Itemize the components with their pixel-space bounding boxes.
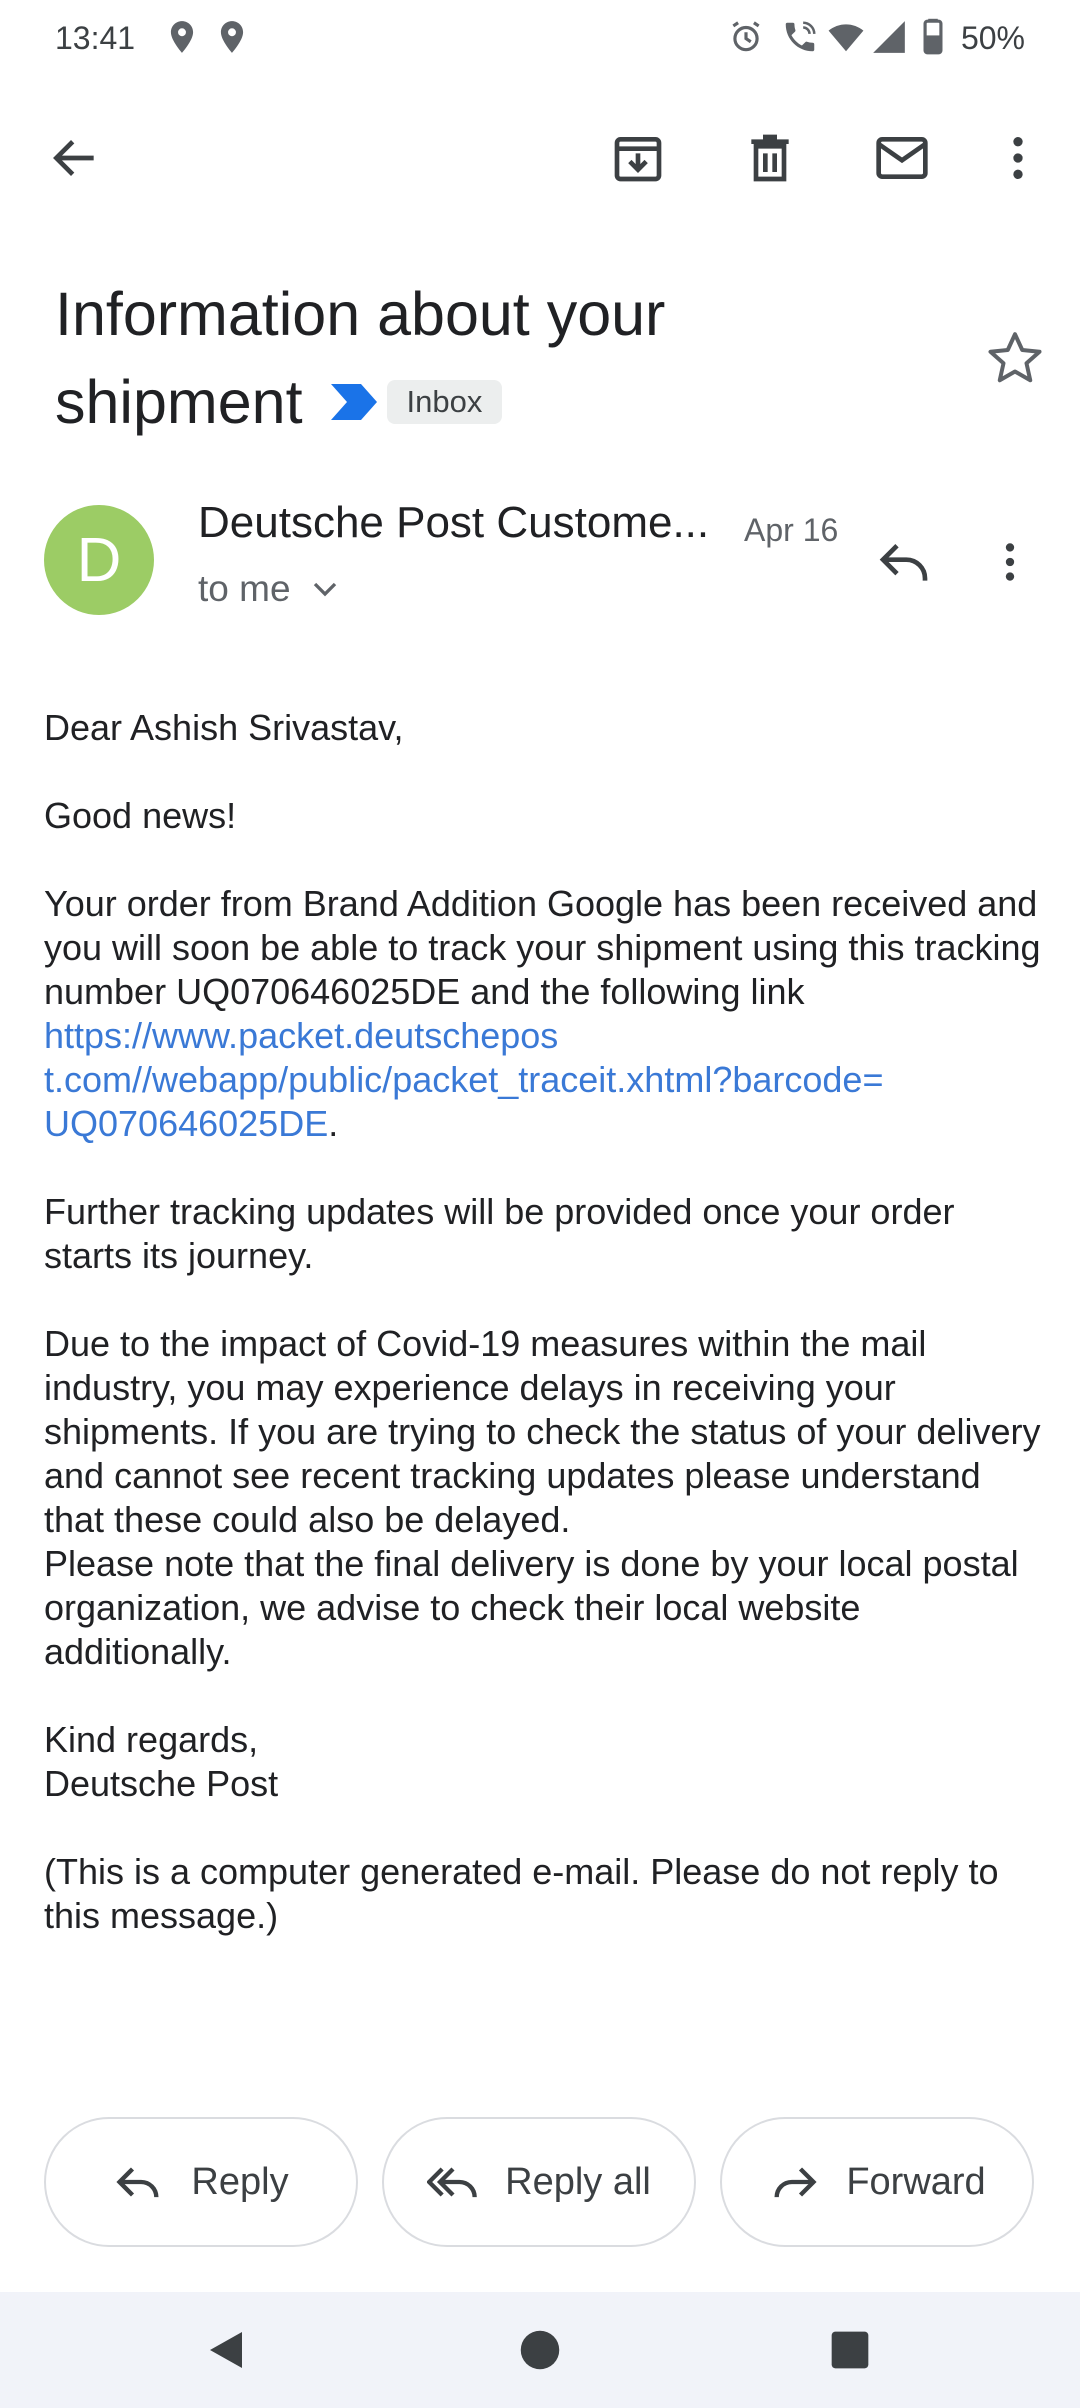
forward-label: Forward [846, 2160, 986, 2203]
mark-unread-button[interactable] [862, 118, 942, 198]
forward-button[interactable]: Forward [720, 2117, 1034, 2247]
email-screen: 13:41 50% Information about your shipmen… [0, 0, 1080, 2408]
covid-paragraph: Due to the impact of Covid-19 measures w… [44, 1323, 1041, 1540]
mail-icon [876, 137, 928, 179]
message-more-button[interactable] [980, 520, 1040, 604]
status-bar: 13:41 50% [0, 0, 1080, 78]
toolbar [0, 118, 1080, 210]
nav-recents-button[interactable] [820, 2320, 880, 2380]
reply-all-label: Reply all [505, 2160, 651, 2203]
nav-home-icon [520, 2330, 560, 2370]
trash-icon [751, 134, 789, 182]
location-icon [220, 21, 244, 53]
back-button[interactable] [35, 118, 115, 198]
sender-avatar[interactable]: D [44, 505, 154, 615]
local-delivery-note: Please note that the final delivery is d… [44, 1543, 1019, 1672]
reply-label: Reply [191, 2160, 289, 2203]
importance-marker-icon [330, 384, 377, 420]
cell-signal-icon [873, 21, 905, 53]
more-vert-icon [1013, 137, 1023, 179]
email-subject: Information about your shipment Inbox [55, 270, 935, 446]
chevron-down-icon [313, 582, 336, 597]
subject-line-2: shipment Inbox [55, 358, 935, 446]
good-news-line: Good news! [44, 795, 237, 836]
reply-all-icon [427, 2167, 477, 2198]
nav-home-button[interactable] [510, 2320, 570, 2380]
sender-name[interactable]: Deutsche Post Custome... [198, 498, 709, 548]
star-button[interactable] [975, 318, 1055, 398]
reply-icon [116, 2167, 159, 2198]
closing-regards: Kind regards, [44, 1719, 259, 1760]
status-time: 13:41 [55, 20, 136, 56]
email-body: Dear Ashish Srivastav, Good news! Your o… [44, 706, 1044, 1982]
back-arrow-icon [53, 140, 94, 176]
greeting: Dear Ashish Srivastav, [44, 707, 404, 748]
recipient-details-toggle[interactable]: to me [198, 568, 345, 610]
nav-recents-icon [831, 2331, 869, 2369]
tracking-link-part-3: UQ070646025DE [44, 1103, 329, 1144]
order-text: Your order from Brand Addition Google ha… [44, 883, 1041, 1012]
tracking-link-part-2: t.com//webapp/public/packet_traceit.xhtm… [44, 1059, 884, 1100]
battery-percent: 50% [960, 20, 1025, 56]
nav-back-button[interactable] [196, 2320, 256, 2380]
further-updates-paragraph: Further tracking updates will be provide… [44, 1191, 955, 1276]
tracking-link-part-1: https://www.packet.deutschepos [44, 1015, 559, 1056]
inbox-label-chip[interactable]: Inbox [386, 380, 503, 424]
delete-button[interactable] [730, 118, 810, 198]
wifi-icon [828, 24, 864, 52]
more-options-button[interactable] [978, 118, 1058, 198]
reply-all-button[interactable]: Reply all [382, 2117, 696, 2247]
archive-icon [614, 137, 662, 182]
more-vert-icon [1005, 543, 1015, 581]
forward-icon [774, 2167, 817, 2198]
order-paragraph: Your order from Brand Addition Google ha… [44, 882, 1044, 1146]
tracking-link[interactable]: https://www.packet.deutschepos t.com//web… [44, 1015, 883, 1144]
recipient-text: to me [198, 568, 291, 609]
email-date: Apr 16 [744, 512, 839, 548]
disclaimer: (This is a computer generated e-mail. Pl… [44, 1851, 999, 1936]
alarm-icon [732, 21, 760, 52]
location-icon [170, 21, 194, 53]
link-period: . [328, 1103, 339, 1144]
wifi-calling-icon [785, 21, 816, 52]
nav-back-icon [210, 2332, 242, 2368]
archive-button[interactable] [598, 118, 678, 198]
battery-icon [923, 18, 943, 55]
subject-line-1: Information about your [55, 280, 666, 348]
subject-line-2-text: shipment [55, 368, 303, 436]
signature: Deutsche Post [44, 1763, 279, 1804]
system-nav-bar [0, 2292, 1080, 2408]
star-outline-icon [988, 332, 1042, 383]
quick-reply-button[interactable] [862, 520, 946, 604]
reply-button[interactable]: Reply [44, 2117, 358, 2247]
reply-icon [879, 544, 928, 581]
